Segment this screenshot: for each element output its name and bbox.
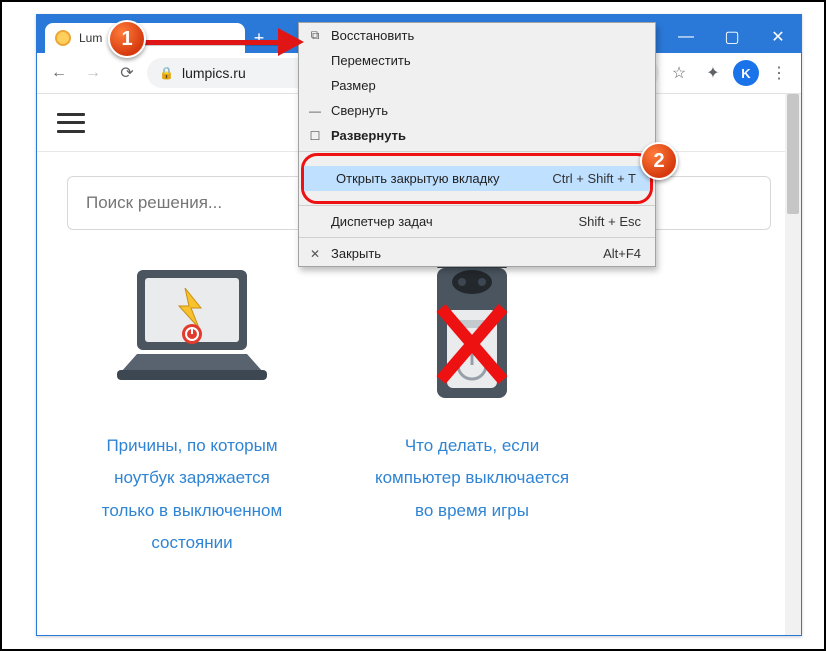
maximize-button[interactable]: ▢ — [709, 21, 755, 53]
bookmark-star-button[interactable]: ☆ — [665, 59, 693, 87]
menu-label: Закрыть — [331, 246, 381, 261]
back-button[interactable]: ← — [45, 59, 73, 87]
reload-button[interactable]: ⟳ — [113, 59, 141, 87]
menu-label: Переместить — [331, 53, 411, 68]
menu-item-close[interactable]: ✕ Закрыть Alt+F4 — [299, 241, 655, 266]
pc-tower-icon — [367, 250, 577, 410]
menu-shortcut: Alt+F4 — [603, 246, 641, 261]
menu-item-restore[interactable]: ⧉ Восстановить — [299, 23, 655, 48]
article-card[interactable]: Причины, по которым ноутбук заряжается т… — [87, 250, 297, 559]
forward-button[interactable]: → — [79, 59, 107, 87]
menu-label: Открыть закрытую вкладку — [336, 171, 500, 186]
annotation-step-1: 1 — [108, 20, 146, 58]
menu-shortcut: Ctrl + Shift + T — [552, 171, 636, 186]
vertical-scrollbar[interactable] — [785, 94, 801, 635]
menu-label: Размер — [331, 78, 376, 93]
toolbar-extensions: ☆ ✦ K ⋮ — [665, 59, 793, 87]
menu-label: Восстановить — [331, 28, 414, 43]
article-cards: Причины, по которым ноутбук заряжается т… — [37, 240, 801, 569]
restore-icon: ⧉ — [307, 28, 323, 43]
menu-separator — [299, 237, 655, 238]
minimize-button[interactable]: — — [663, 21, 709, 53]
article-card[interactable]: Что делать, если компьютер выключается в… — [367, 250, 577, 559]
profile-avatar[interactable]: K — [733, 60, 759, 86]
menu-item-minimize[interactable]: — Свернуть — [299, 98, 655, 123]
hamburger-menu-button[interactable] — [57, 113, 85, 133]
menu-item-move[interactable]: Переместить — [299, 48, 655, 73]
menu-label: Диспетчер задач — [331, 214, 433, 229]
menu-label: Свернуть — [331, 103, 388, 118]
window-controls: — ▢ ✕ — [663, 21, 801, 53]
scrollbar-thumb[interactable] — [787, 94, 799, 214]
menu-separator — [299, 205, 655, 206]
menu-item-reopen-closed-tab[interactable]: Открыть закрытую вкладку Ctrl + Shift + … — [304, 166, 650, 191]
menu-shortcut: Shift + Esc — [579, 214, 642, 229]
tab-title: Lum — [79, 31, 102, 45]
article-title: Причины, по которым ноутбук заряжается т… — [87, 430, 297, 559]
extensions-button[interactable]: ✦ — [699, 59, 727, 87]
annotation-step-2: 2 — [640, 142, 678, 180]
menu-item-hidden-bottom — [304, 191, 650, 199]
chrome-menu-button[interactable]: ⋮ — [765, 59, 793, 87]
url-text: lumpics.ru — [182, 65, 246, 81]
menu-item-task-manager[interactable]: Диспетчер задач Shift + Esc — [299, 209, 655, 234]
menu-item-hidden-top — [304, 158, 650, 166]
titlebar-context-menu: ⧉ Восстановить Переместить Размер — Свер… — [298, 22, 656, 267]
article-title: Что делать, если компьютер выключается в… — [367, 430, 577, 527]
close-window-button[interactable]: ✕ — [755, 21, 801, 53]
favicon-icon — [55, 30, 71, 46]
laptop-charging-icon — [87, 250, 297, 410]
highlight-frame: Открыть закрытую вкладку Ctrl + Shift + … — [301, 153, 653, 204]
new-tab-button[interactable]: + — [245, 23, 273, 53]
maximize-icon: ☐ — [307, 129, 323, 143]
menu-label: Развернуть — [331, 128, 406, 143]
close-icon: ✕ — [307, 247, 323, 261]
menu-item-size[interactable]: Размер — [299, 73, 655, 98]
menu-item-maximize[interactable]: ☐ Развернуть — [299, 123, 655, 148]
lock-icon: 🔒 — [159, 66, 174, 80]
minimize-icon: — — [307, 104, 323, 118]
menu-separator — [299, 151, 655, 152]
